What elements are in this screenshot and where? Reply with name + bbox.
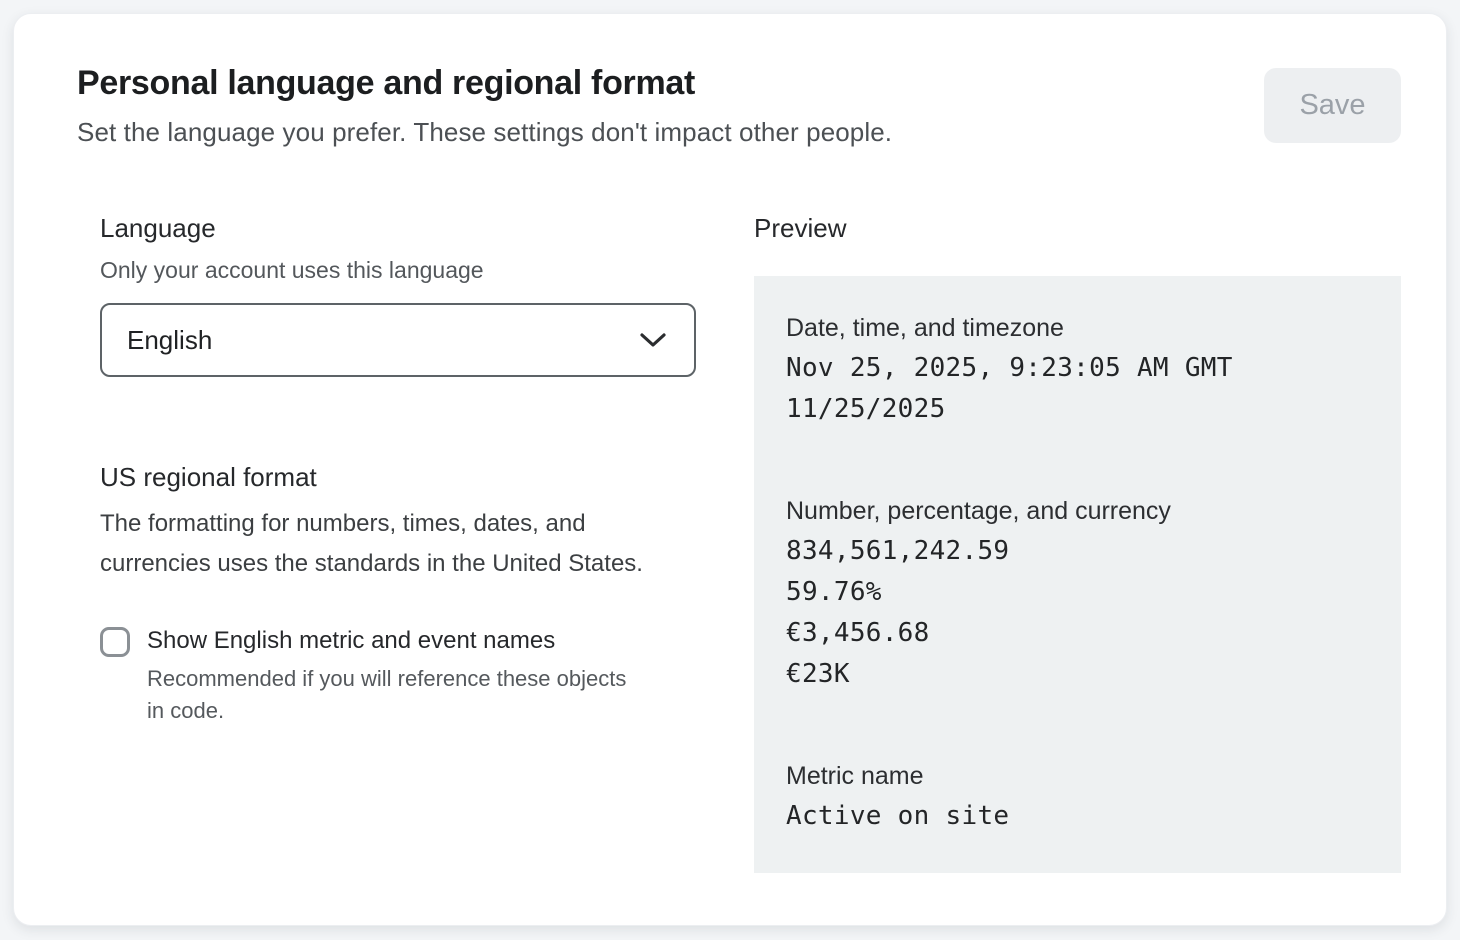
language-description: Only your account uses this language	[100, 257, 696, 284]
metric-names-checkbox[interactable]	[100, 627, 130, 657]
card-header: Personal language and regional format Se…	[64, 64, 1401, 148]
language-select-value: English	[127, 325, 212, 356]
preview-heading: Preview	[754, 212, 1401, 244]
checkbox-text-block: Show English metric and event names Reco…	[147, 624, 627, 727]
page-title: Personal language and regional format	[77, 64, 892, 103]
page-subtitle: Set the language you prefer. These setti…	[77, 117, 892, 148]
language-heading: Language	[100, 212, 696, 244]
preview-column: Preview Date, time, and timezone Nov 25,…	[754, 212, 1401, 873]
header-text-block: Personal language and regional format Se…	[64, 64, 892, 148]
preview-value: 11/25/2025	[786, 389, 1369, 430]
checkbox-help-text: Recommended if you will reference these …	[147, 663, 627, 727]
preview-value: Active on site	[786, 796, 1369, 837]
settings-columns: Language Only your account uses this lan…	[64, 212, 1401, 873]
preview-value: €3,456.68	[786, 613, 1369, 654]
language-section: Language Only your account uses this lan…	[100, 212, 696, 377]
settings-left-column: Language Only your account uses this lan…	[100, 212, 696, 873]
preview-group-label: Date, time, and timezone	[786, 308, 1369, 348]
preview-panel: Date, time, and timezone Nov 25, 2025, 9…	[754, 276, 1401, 873]
preview-value: Nov 25, 2025, 9:23:05 AM GMT	[786, 348, 1369, 389]
regional-format-heading: US regional format	[100, 461, 696, 493]
preview-group-metric: Metric name Active on site	[786, 756, 1369, 837]
preview-group-datetime: Date, time, and timezone Nov 25, 2025, 9…	[786, 308, 1369, 430]
preview-value: 834,561,242.59	[786, 531, 1369, 572]
settings-card: Personal language and regional format Se…	[13, 13, 1447, 926]
checkbox-label: Show English metric and event names	[147, 624, 627, 658]
preview-group-label: Number, percentage, and currency	[786, 491, 1369, 531]
chevron-down-icon	[639, 331, 667, 349]
regional-format-section: US regional format The formatting for nu…	[100, 461, 696, 727]
regional-format-description: The formatting for numbers, times, dates…	[100, 504, 696, 584]
preview-group-number: Number, percentage, and currency 834,561…	[786, 491, 1369, 695]
save-button[interactable]: Save	[1264, 68, 1401, 143]
preview-value: €23K	[786, 654, 1369, 695]
preview-value: 59.76%	[786, 572, 1369, 613]
metric-names-checkbox-row[interactable]: Show English metric and event names Reco…	[100, 624, 696, 727]
preview-group-label: Metric name	[786, 756, 1369, 796]
language-select[interactable]: English	[100, 303, 696, 377]
